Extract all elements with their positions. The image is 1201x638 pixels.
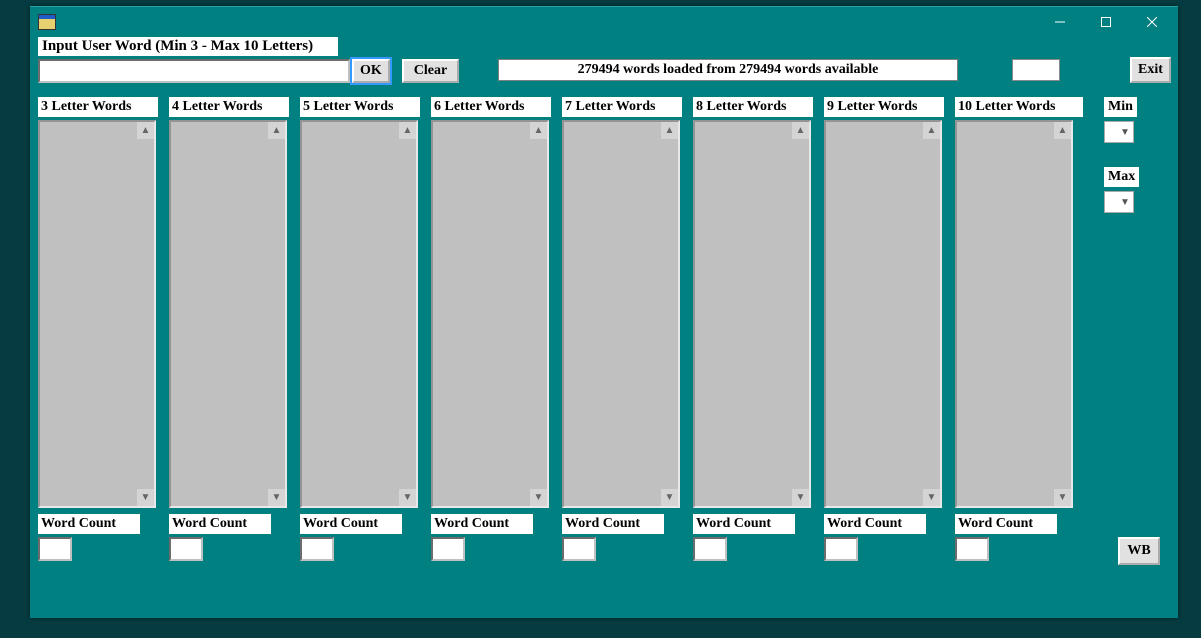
col-7: 7 Letter Words ▲▼ Word Count xyxy=(562,97,690,561)
scroll-track[interactable] xyxy=(268,139,285,489)
col-10-wc-label: Word Count xyxy=(955,514,1057,534)
col-4-header: 4 Letter Words xyxy=(169,97,289,117)
scroll-down-icon[interactable]: ▼ xyxy=(268,489,285,506)
chevron-down-icon: ▼ xyxy=(1120,198,1130,208)
scroll-track[interactable] xyxy=(137,139,154,489)
col-6-list[interactable]: ▲▼ xyxy=(431,120,549,508)
input-prompt-label: Input User Word (Min 3 - Max 10 Letters) xyxy=(38,37,338,56)
col-3-count xyxy=(38,537,72,561)
col-8-list[interactable]: ▲▼ xyxy=(693,120,811,508)
scroll-down-icon[interactable]: ▼ xyxy=(530,489,547,506)
scroll-track[interactable] xyxy=(923,139,940,489)
col-5-scrollbar[interactable]: ▲▼ xyxy=(399,122,416,506)
col-5-wc-label: Word Count xyxy=(300,514,402,534)
col-5: 5 Letter Words ▲▼ Word Count xyxy=(300,97,428,561)
col-10-header: 10 Letter Words xyxy=(955,97,1083,117)
minimize-icon xyxy=(1055,17,1065,27)
col-6-header: 6 Letter Words xyxy=(431,97,551,117)
col-8-count xyxy=(693,537,727,561)
col-6: 6 Letter Words ▲▼ Word Count xyxy=(431,97,559,561)
exit-button[interactable]: Exit xyxy=(1130,57,1171,83)
col-7-list[interactable]: ▲▼ xyxy=(562,120,680,508)
scroll-up-icon[interactable]: ▲ xyxy=(923,122,940,139)
chevron-down-icon: ▼ xyxy=(1120,128,1130,138)
titlebar[interactable] xyxy=(30,7,1178,37)
col-6-scrollbar[interactable]: ▲▼ xyxy=(530,122,547,506)
col-9-scrollbar[interactable]: ▲▼ xyxy=(923,122,940,506)
min-select[interactable]: ▼ xyxy=(1104,121,1134,143)
col-8: 8 Letter Words ▲▼ Word Count xyxy=(693,97,821,561)
col-6-wc-label: Word Count xyxy=(431,514,533,534)
col-10-list[interactable]: ▲▼ xyxy=(955,120,1073,508)
col-5-list[interactable]: ▲▼ xyxy=(300,120,418,508)
col-9-count xyxy=(824,537,858,561)
col-7-header: 7 Letter Words xyxy=(562,97,682,117)
col-8-wc-label: Word Count xyxy=(693,514,795,534)
maximize-icon xyxy=(1101,17,1111,27)
scroll-down-icon[interactable]: ▼ xyxy=(1054,489,1071,506)
col-4-count xyxy=(169,537,203,561)
col-7-scrollbar[interactable]: ▲▼ xyxy=(661,122,678,506)
scroll-track[interactable] xyxy=(530,139,547,489)
max-select[interactable]: ▼ xyxy=(1104,191,1134,213)
col-10: 10 Letter Words ▲▼ Word Count xyxy=(955,97,1083,561)
col-9-list[interactable]: ▲▼ xyxy=(824,120,942,508)
col-8-scrollbar[interactable]: ▲▼ xyxy=(792,122,809,506)
scroll-down-icon[interactable]: ▼ xyxy=(399,489,416,506)
scroll-track[interactable] xyxy=(1054,139,1071,489)
col-5-count xyxy=(300,537,334,561)
max-label: Max xyxy=(1104,167,1139,187)
scroll-up-icon[interactable]: ▲ xyxy=(530,122,547,139)
wb-button[interactable]: WB xyxy=(1118,537,1160,565)
col-6-count xyxy=(431,537,465,561)
scroll-up-icon[interactable]: ▲ xyxy=(137,122,154,139)
scroll-up-icon[interactable]: ▲ xyxy=(1054,122,1071,139)
col-10-scrollbar[interactable]: ▲▼ xyxy=(1054,122,1071,506)
col-3: 3 Letter Words ▲ ▼ Word Count xyxy=(38,97,166,561)
col-3-header: 3 Letter Words xyxy=(38,97,158,117)
scroll-track[interactable] xyxy=(399,139,416,489)
col-3-list[interactable]: ▲ ▼ xyxy=(38,120,156,508)
client-area: Input User Word (Min 3 - Max 10 Letters)… xyxy=(30,37,1178,618)
min-label: Min xyxy=(1104,97,1137,117)
window-controls xyxy=(1038,8,1174,36)
scroll-track[interactable] xyxy=(661,139,678,489)
col-4: 4 Letter Words ▲▼ Word Count xyxy=(169,97,297,561)
col-9: 9 Letter Words ▲▼ Word Count xyxy=(824,97,952,561)
app-icon xyxy=(38,14,56,30)
scroll-track[interactable] xyxy=(792,139,809,489)
aux-box xyxy=(1012,59,1060,81)
scroll-down-icon[interactable]: ▼ xyxy=(923,489,940,506)
clear-button[interactable]: Clear xyxy=(402,59,459,83)
col-9-wc-label: Word Count xyxy=(824,514,926,534)
scroll-down-icon[interactable]: ▼ xyxy=(792,489,809,506)
col-4-wc-label: Word Count xyxy=(169,514,271,534)
user-word-input[interactable] xyxy=(38,59,350,83)
col-5-header: 5 Letter Words xyxy=(300,97,420,117)
col-3-scrollbar[interactable]: ▲ ▼ xyxy=(137,122,154,506)
scroll-up-icon[interactable]: ▲ xyxy=(661,122,678,139)
col-9-header: 9 Letter Words xyxy=(824,97,944,117)
col-4-scrollbar[interactable]: ▲▼ xyxy=(268,122,285,506)
col-7-wc-label: Word Count xyxy=(562,514,664,534)
close-button[interactable] xyxy=(1130,8,1174,36)
scroll-down-icon[interactable]: ▼ xyxy=(661,489,678,506)
ok-button[interactable]: OK xyxy=(352,59,390,83)
status-text: 279494 words loaded from 279494 words av… xyxy=(498,59,958,81)
col-3-wc-label: Word Count xyxy=(38,514,140,534)
col-4-list[interactable]: ▲▼ xyxy=(169,120,287,508)
scroll-up-icon[interactable]: ▲ xyxy=(399,122,416,139)
scroll-up-icon[interactable]: ▲ xyxy=(792,122,809,139)
maximize-button[interactable] xyxy=(1084,8,1128,36)
col-7-count xyxy=(562,537,596,561)
col-8-header: 8 Letter Words xyxy=(693,97,813,117)
columns-area: 3 Letter Words ▲ ▼ Word Count 4 Letter W… xyxy=(38,97,1170,577)
col-10-count xyxy=(955,537,989,561)
close-icon xyxy=(1147,17,1157,27)
minimize-button[interactable] xyxy=(1038,8,1082,36)
scroll-up-icon[interactable]: ▲ xyxy=(268,122,285,139)
app-window: Input User Word (Min 3 - Max 10 Letters)… xyxy=(30,6,1178,618)
scroll-down-icon[interactable]: ▼ xyxy=(137,489,154,506)
